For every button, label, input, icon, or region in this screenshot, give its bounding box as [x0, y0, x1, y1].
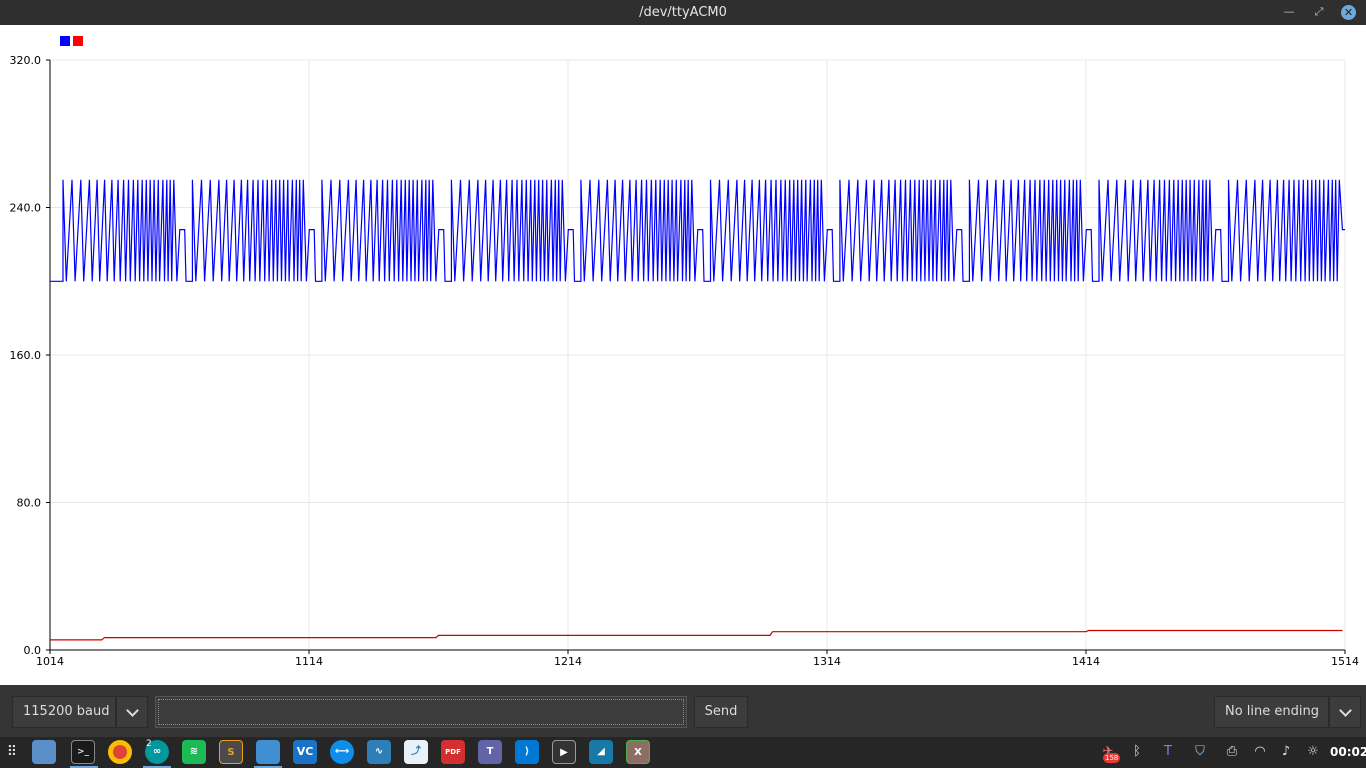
xming-icon[interactable]: X	[626, 740, 650, 764]
vc-icon[interactable]: VC	[293, 740, 317, 764]
notification-badge: 158	[1103, 753, 1121, 763]
plot-canvas: 0.080.0160.0240.0320.01014 1114 1214 1314 14…	[10, 36, 1359, 668]
flow-icon[interactable]: ⤴	[404, 740, 428, 764]
serial-controls: 115200 baud Send No line ending	[0, 685, 1366, 737]
taskbar: ⠿ >_ ∞ 2 ≋ S VC ⟷ ∿ ⤴ PDF T ⟩ ▶ ◢ X ✈ 15…	[0, 737, 1366, 768]
shield-icon[interactable]: ⛉	[1190, 742, 1210, 762]
brightness-icon[interactable]: ☼	[1303, 742, 1323, 762]
spotify-icon[interactable]: ≋	[182, 740, 206, 764]
bluetooth-icon[interactable]: ᛒ	[1127, 742, 1147, 762]
teamviewer-icon[interactable]: ⟷	[330, 740, 354, 764]
message-field	[155, 696, 687, 728]
y-tick-label: 240.0	[10, 202, 42, 215]
terminal-icon[interactable]: >_	[71, 740, 95, 764]
teams-icon[interactable]: T	[478, 740, 502, 764]
chevron-down-icon	[125, 704, 139, 717]
baud-rate-select[interactable]: 115200 baud	[12, 696, 116, 728]
teams-tray-icon[interactable]: T	[1158, 742, 1178, 762]
files-icon[interactable]	[256, 740, 280, 764]
baud-dropdown-button[interactable]	[116, 696, 148, 728]
series-blue-line	[50, 179, 1345, 282]
app-grid-icon[interactable]: ⠿	[2, 742, 22, 762]
workspace-number: 2	[146, 739, 152, 749]
chevron-down-icon	[1338, 704, 1352, 717]
y-tick-label: 80.0	[17, 497, 42, 510]
legend-swatch-blue	[60, 36, 70, 46]
clock: 00:02	[1330, 745, 1366, 759]
x-tick-label: 1014	[36, 655, 64, 668]
pdf-icon[interactable]: PDF	[441, 740, 465, 764]
series-red-line	[50, 629, 1343, 641]
vscode-icon[interactable]: ⟩	[515, 740, 539, 764]
serial-plotter: 0.0 80.0 160.0 240.0 320.0 1014 1114 1214 1314 14…	[0, 25, 1366, 685]
y-tick-label: 320.0	[10, 54, 42, 67]
message-input[interactable]	[158, 699, 684, 725]
printer-icon[interactable]: ⎙	[1222, 742, 1242, 762]
wifi-icon[interactable]: ◠	[1250, 742, 1270, 762]
monitor-icon[interactable]: ∿	[367, 740, 391, 764]
chrome-icon[interactable]	[108, 740, 132, 764]
x-tick-label: 1314	[813, 655, 841, 668]
sublime-icon[interactable]: S	[219, 740, 243, 764]
video-editor-icon[interactable]: ▶	[552, 740, 576, 764]
close-icon[interactable]: ✕	[1341, 5, 1356, 20]
x-tick-label: 1414	[1072, 655, 1100, 668]
line-ending-dropdown-button[interactable]	[1329, 696, 1361, 728]
window-title: /dev/ttyACM0	[639, 5, 727, 20]
desktop-icon[interactable]	[32, 740, 56, 764]
minimize-icon[interactable]: —	[1281, 4, 1297, 20]
x-tick-label: 1114	[295, 655, 323, 668]
legend-swatch-red	[73, 36, 83, 46]
wireshark-icon[interactable]: ◢	[589, 740, 613, 764]
music-icon[interactable]: ♪	[1276, 742, 1296, 762]
title-bar: /dev/ttyACM0 — ⤢ ✕	[0, 0, 1366, 25]
x-tick-label: 1514	[1331, 655, 1359, 668]
line-ending-select[interactable]: No line ending	[1214, 696, 1329, 728]
send-button[interactable]: Send	[694, 696, 748, 728]
x-tick-label: 1214	[554, 655, 582, 668]
restore-icon[interactable]: ⤢	[1311, 4, 1327, 20]
y-tick-label: 160.0	[10, 349, 42, 362]
